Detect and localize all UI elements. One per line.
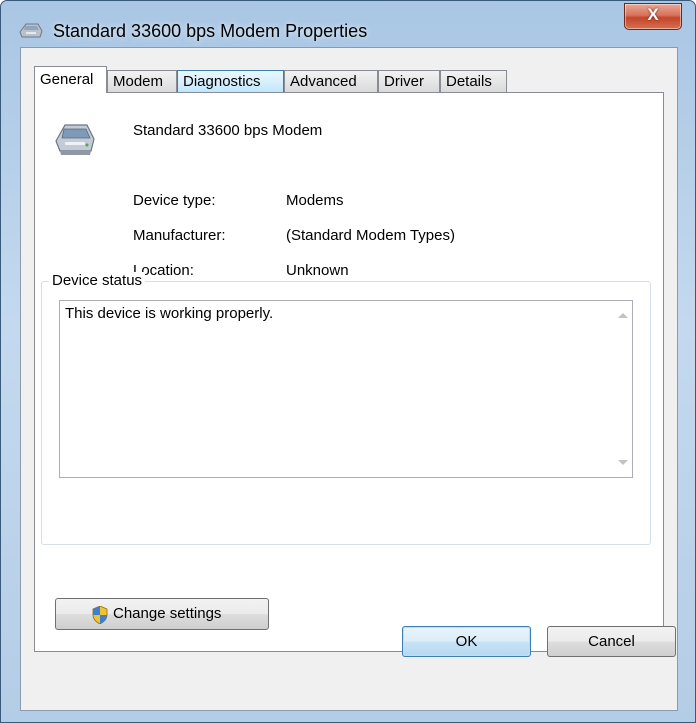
manufacturer-label: Manufacturer:	[133, 227, 226, 244]
location-value: Unknown	[286, 262, 349, 279]
tab-driver[interactable]: Driver	[378, 70, 440, 92]
close-icon: X	[647, 5, 659, 24]
tab-details[interactable]: Details	[440, 70, 507, 92]
device-status-label: Device status	[49, 272, 146, 289]
scroll-down-arrow-icon[interactable]	[618, 460, 628, 465]
tab-advanced[interactable]: Advanced	[284, 70, 378, 92]
uac-shield-icon	[92, 606, 108, 624]
device-name: Standard 33600 bps Modem	[133, 122, 323, 139]
title-bar[interactable]: Standard 33600 bps Modem Properties X	[1, 1, 695, 47]
change-settings-button[interactable]: Change settings	[55, 598, 269, 630]
properties-window: Standard 33600 bps Modem Properties X Ge…	[0, 0, 696, 723]
close-button[interactable]: X	[624, 3, 682, 30]
tab-diagnostics[interactable]: Diagnostics	[177, 70, 284, 92]
manufacturer-value: (Standard Modem Types)	[286, 227, 455, 244]
device-status-textbox[interactable]: This device is working properly.	[59, 300, 633, 478]
device-status-text: This device is working properly.	[65, 305, 274, 322]
cancel-button[interactable]: Cancel	[547, 626, 676, 657]
window-title: Standard 33600 bps Modem Properties	[53, 21, 368, 41]
dialog-client: General Modem Diagnostics Advanced Drive…	[20, 47, 678, 711]
modem-icon	[55, 124, 95, 155]
tab-modem[interactable]: Modem	[107, 70, 177, 92]
modem-icon	[19, 23, 43, 38]
device-type-value: Modems	[286, 192, 344, 209]
vertical-scrollbar[interactable]	[614, 301, 632, 477]
device-type-label: Device type:	[133, 192, 216, 209]
change-settings-label: Change settings	[113, 605, 222, 622]
ok-button[interactable]: OK	[402, 626, 531, 657]
scroll-up-arrow-icon[interactable]	[618, 313, 628, 318]
tab-general[interactable]: General	[34, 66, 107, 93]
